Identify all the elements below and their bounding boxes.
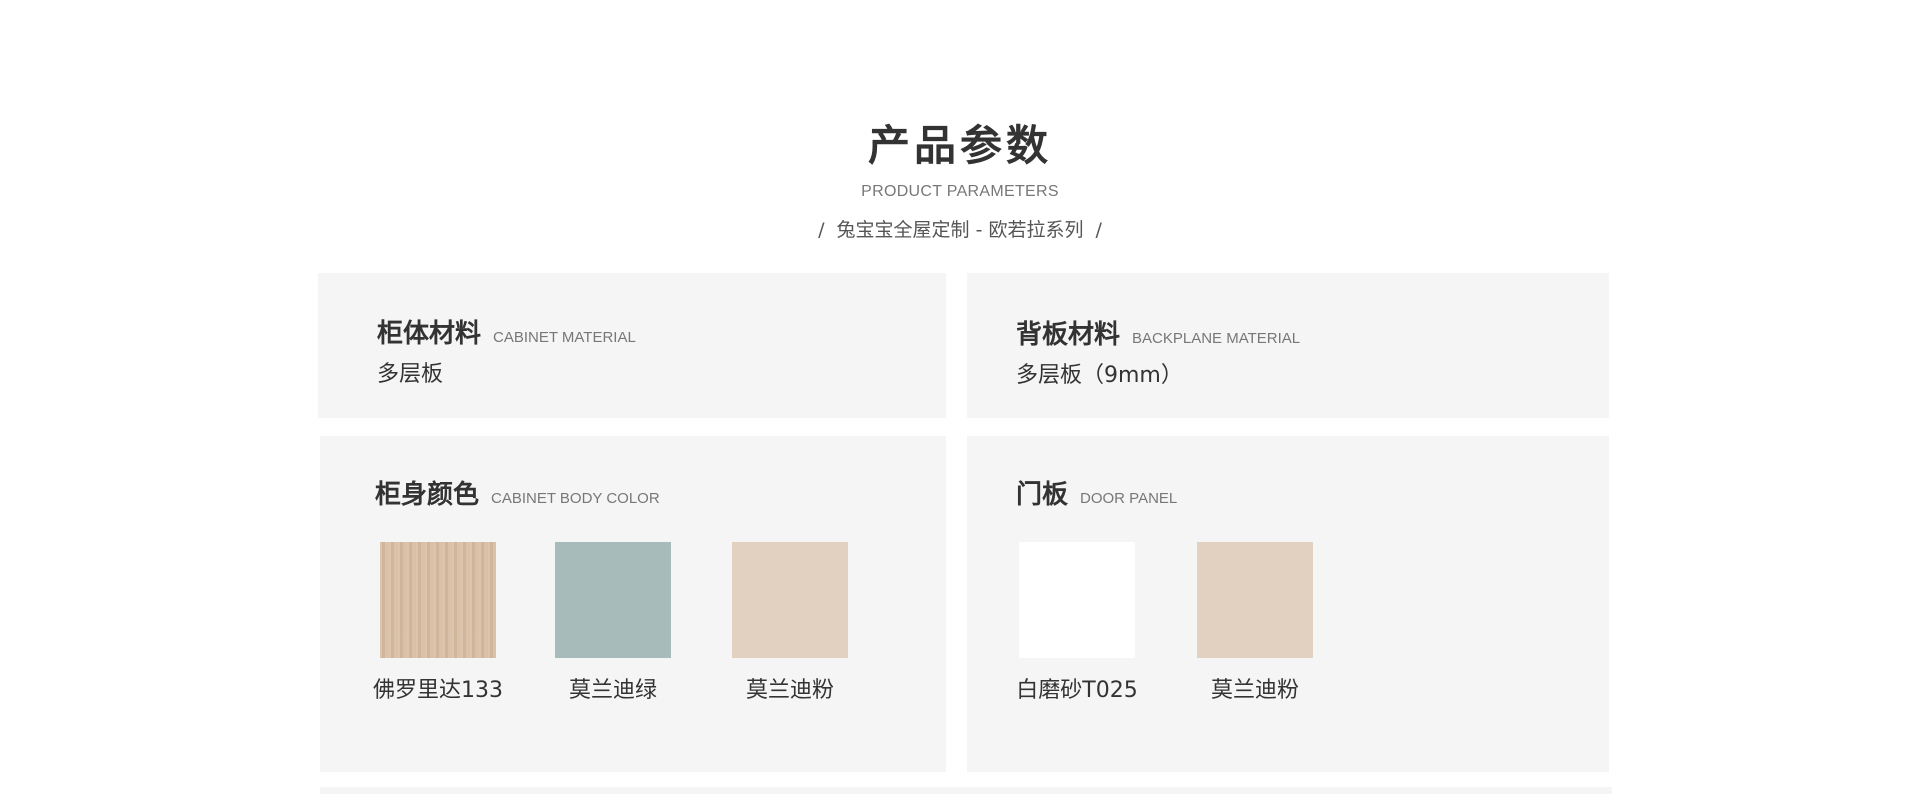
- door-panel-swatch-label: 白磨砂T025: [1016, 678, 1138, 703]
- backplane-material-card: 背板材料 BACKPLANE MATERIAL 多层板（9mm）: [967, 273, 1609, 418]
- cabinet-body-color-card: 柜身颜色 CABINET BODY COLOR 佛罗里达133 莫兰迪绿 莫兰迪…: [320, 436, 946, 772]
- body-color-swatch[interactable]: [380, 542, 496, 658]
- slash-left: /: [818, 219, 825, 241]
- door-panel-title-en: DOOR PANEL: [1080, 490, 1178, 507]
- series-line: / 兔宝宝全屋定制 - 欧若拉系列 /: [0, 215, 1920, 242]
- cabinet-material-title: 柜体材料: [377, 319, 482, 349]
- door-panel-heading: 门板 DOOR PANEL: [1016, 474, 1177, 511]
- body-color-swatch-item[interactable]: 佛罗里达133: [358, 542, 518, 704]
- body-color-swatch[interactable]: [732, 542, 848, 658]
- cabinet-body-color-title-en: CABINET BODY COLOR: [491, 490, 660, 507]
- door-panel-swatch[interactable]: [1197, 542, 1313, 658]
- cabinet-body-color-heading: 柜身颜色 CABINET BODY COLOR: [375, 474, 660, 511]
- door-panel-swatch-item[interactable]: 白磨砂T025: [997, 542, 1157, 704]
- next-card-edge: [320, 787, 1612, 794]
- door-panel-card: 门板 DOOR PANEL 白磨砂T025 莫兰迪粉: [967, 436, 1609, 772]
- product-parameters-page: 产品参数 PRODUCT PARAMETERS / 兔宝宝全屋定制 - 欧若拉系列…: [0, 0, 1920, 794]
- body-color-swatch-label: 莫兰迪粉: [745, 678, 834, 703]
- backplane-material-title: 背板材料: [1016, 320, 1121, 350]
- door-panel-swatch-label: 莫兰迪粉: [1210, 678, 1299, 703]
- cabinet-body-color-title: 柜身颜色: [375, 480, 480, 510]
- door-panel-swatch[interactable]: [1019, 542, 1135, 658]
- cabinet-material-card: 柜体材料 CABINET MATERIAL 多层板: [318, 273, 946, 418]
- door-panel-swatch-item[interactable]: 莫兰迪粉: [1175, 542, 1335, 704]
- body-color-swatch-item[interactable]: 莫兰迪粉: [710, 542, 870, 704]
- cabinet-material-heading: 柜体材料 CABINET MATERIAL: [377, 313, 636, 350]
- body-color-swatch-label: 佛罗里达133: [373, 678, 503, 703]
- body-color-swatch-label: 莫兰迪绿: [568, 678, 657, 703]
- backplane-material-heading: 背板材料 BACKPLANE MATERIAL: [1016, 314, 1300, 351]
- slash-right: /: [1095, 219, 1102, 241]
- section-subtitle-en: PRODUCT PARAMETERS: [861, 183, 1059, 200]
- door-panel-title: 门板: [1016, 480, 1069, 510]
- series-name: 兔宝宝全屋定制 - 欧若拉系列: [836, 219, 1084, 241]
- backplane-material-title-en: BACKPLANE MATERIAL: [1132, 330, 1301, 347]
- body-color-swatch-item[interactable]: 莫兰迪绿: [533, 542, 693, 704]
- cabinet-material-value: 多层板: [377, 362, 444, 387]
- section-title: 产品参数: [867, 121, 1052, 170]
- body-color-swatch[interactable]: [555, 542, 671, 658]
- cabinet-material-title-en: CABINET MATERIAL: [493, 329, 636, 346]
- backplane-material-value: 多层板（9mm）: [1016, 363, 1183, 388]
